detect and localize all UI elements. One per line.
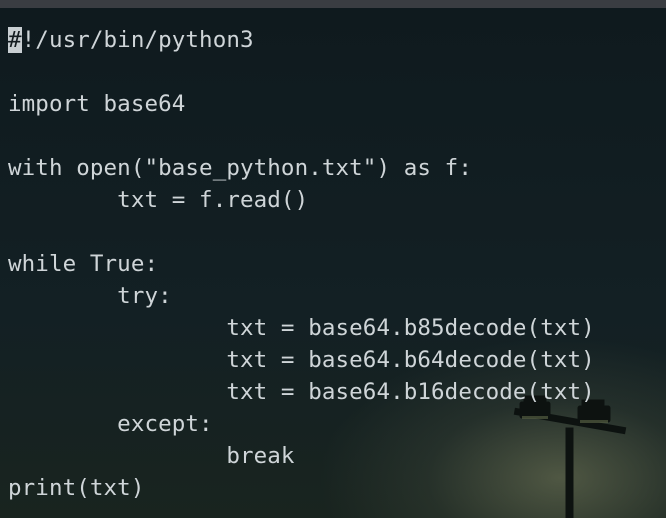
text-cursor: # (8, 27, 22, 53)
code-line: while True: (8, 251, 159, 277)
code-line-text: !/usr/bin/python3 (21, 27, 254, 53)
window-titlebar[interactable] (0, 0, 666, 8)
code-content[interactable]: #!/usr/bin/python3 import base64 with open… (8, 24, 595, 504)
code-line: try: (8, 283, 172, 309)
code-line: import base64 (8, 91, 186, 117)
code-line: txt = base64.b64decode(txt) (8, 347, 595, 373)
code-line: txt = base64.b85decode(txt) (8, 315, 595, 341)
code-line: except: (8, 411, 213, 437)
terminal-window: #!/usr/bin/python3 import base64 with open… (0, 0, 666, 518)
editor-area[interactable]: #!/usr/bin/python3 import base64 with open… (0, 8, 666, 518)
code-line: print(txt) (8, 475, 145, 501)
code-line: break (8, 443, 295, 469)
code-line: txt = f.read() (8, 187, 309, 213)
code-line: with open("base_python.txt") as f: (8, 155, 472, 181)
code-line: #!/usr/bin/python3 (8, 24, 595, 56)
code-line: txt = base64.b16decode(txt) (8, 379, 595, 405)
